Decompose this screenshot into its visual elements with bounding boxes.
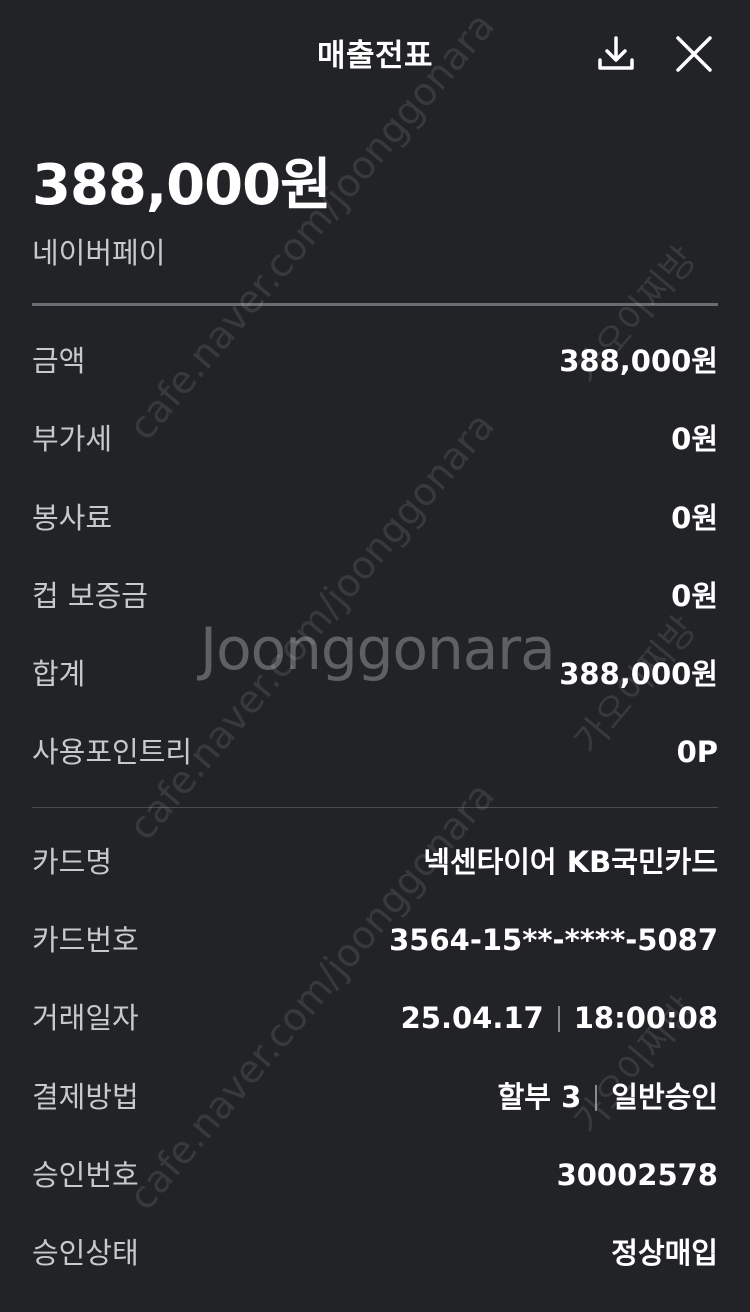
approval-number-row: 승인번호 30002578: [32, 1150, 718, 1200]
points-row: 사용포인트리 0P: [32, 727, 718, 777]
row-value: 30002578: [556, 1158, 718, 1192]
card-number-row: 카드번호 3564-15**-****-5087: [32, 915, 718, 965]
row-value: 25.04.17 18:00:08: [401, 993, 718, 1043]
url-watermark: cafe.naver.com/joonggonara: [120, 403, 503, 849]
total-row: 합계 388,000원: [32, 649, 718, 699]
separator: [595, 1085, 598, 1111]
row-value: 388,000원: [559, 657, 718, 691]
transaction-time: 18:00:08: [573, 1001, 718, 1035]
row-value: 할부 3 일반승인: [498, 1072, 718, 1122]
row-value: 0원: [671, 501, 718, 535]
row-label: 봉사료: [32, 501, 113, 535]
installment: 할부 3: [497, 1080, 582, 1114]
transaction-date-row: 거래일자 25.04.17 18:00:08: [32, 993, 718, 1043]
service-fee-row: 봉사료 0원: [32, 493, 718, 543]
row-value: 0P: [676, 735, 718, 769]
row-label: 합계: [32, 657, 86, 691]
transaction-date: 25.04.17: [400, 1001, 544, 1035]
row-label: 컵 보증금: [32, 579, 148, 613]
row-label: 결제방법: [32, 1080, 139, 1114]
row-value: 3564-15**-****-5087: [389, 923, 718, 957]
row-label: 카드명: [32, 845, 113, 879]
approval-status-row: 승인상태 정상매입: [32, 1228, 718, 1278]
total-amount: 388,000원: [32, 153, 332, 218]
approval-type: 일반승인: [611, 1080, 718, 1114]
row-label: 승인번호: [32, 1158, 139, 1192]
row-label: 금액: [32, 344, 86, 378]
row-label: 카드번호: [32, 923, 139, 957]
row-label: 승인상태: [32, 1236, 139, 1270]
close-button[interactable]: [672, 32, 716, 76]
row-label: 거래일자: [32, 1001, 139, 1035]
cup-deposit-row: 컵 보증금 0원: [32, 571, 718, 621]
header: 매출전표: [0, 0, 750, 106]
row-label: 사용포인트리: [32, 735, 193, 769]
download-button[interactable]: [594, 32, 638, 76]
row-value: 0원: [671, 579, 718, 613]
row-label: 부가세: [32, 422, 113, 456]
vat-row: 부가세 0원: [32, 414, 718, 464]
row-value: 0원: [671, 422, 718, 456]
row-value: 388,000원: [559, 344, 718, 378]
close-icon: [676, 36, 712, 72]
separator: [557, 1006, 560, 1032]
card-name-row: 카드명 넥센타이어 KB국민카드: [32, 837, 718, 887]
amount-row: 금액 388,000원: [32, 336, 718, 386]
row-value: 정상매입: [611, 1236, 718, 1270]
download-icon: [598, 36, 634, 70]
row-value: 넥센타이어 KB국민카드: [423, 845, 718, 879]
payment-method-row: 결제방법 할부 3 일반승인: [32, 1072, 718, 1122]
payment-provider: 네이버페이: [32, 236, 166, 270]
divider: [32, 303, 718, 306]
divider: [32, 807, 718, 808]
